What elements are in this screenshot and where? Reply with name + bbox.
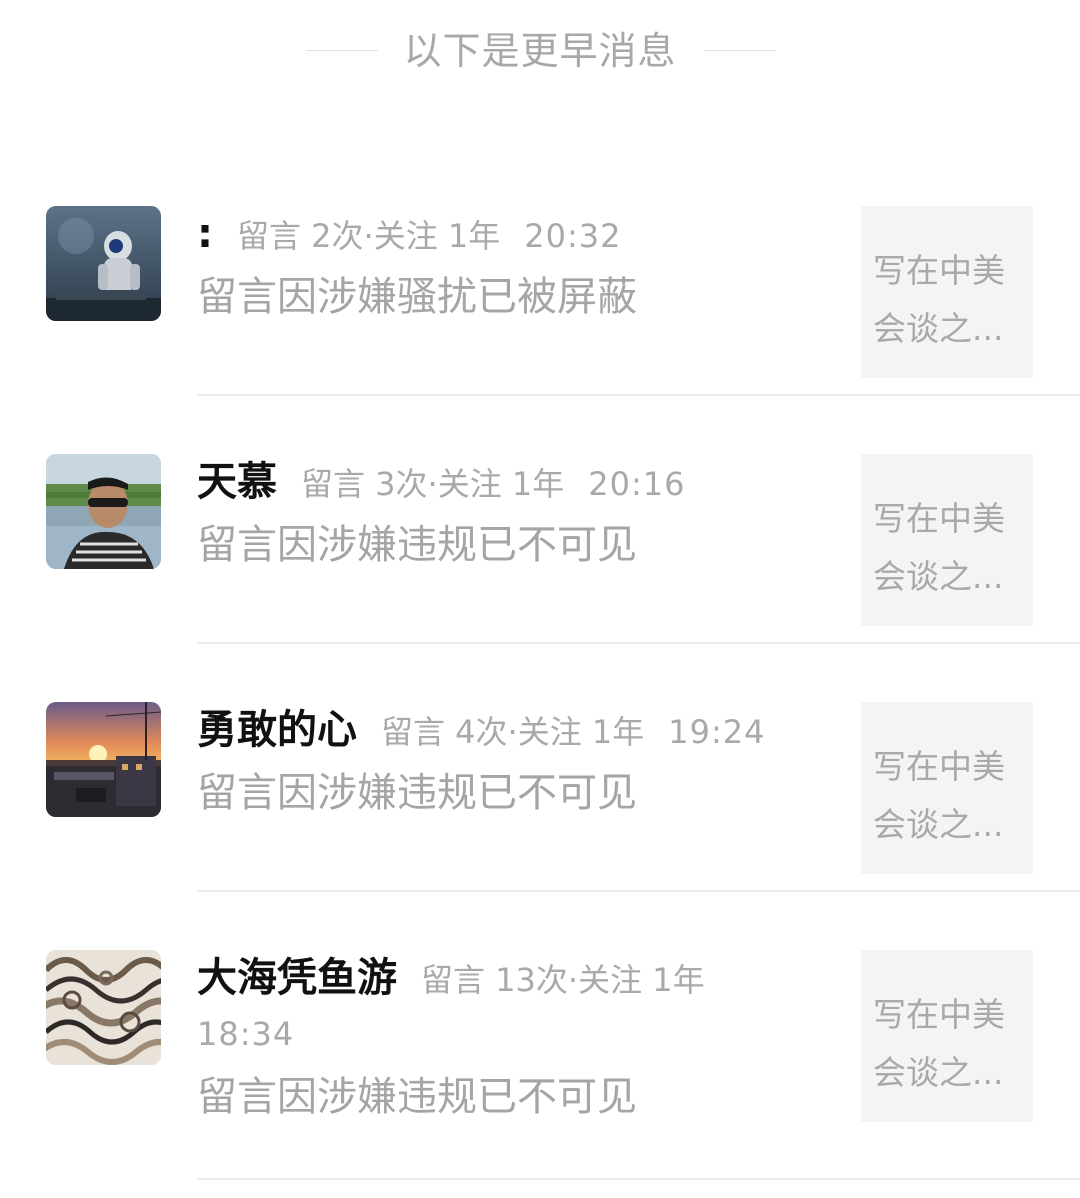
message-body: 留言因涉嫌违规已不可见 [197,1074,637,1120]
earlier-messages-label: 以下是更早消息 [403,29,677,73]
message-item[interactable]: 勇敢的心 留言 4次 · 关注 1年 19:24 留言因涉嫌违规已不可见 写在中… [0,702,1080,950]
meta-separator: · [507,713,518,751]
avatar[interactable] [46,950,161,1065]
follow-duration: 关注 1年 [437,465,565,503]
astronaut-avatar-image [46,206,161,321]
comment-count: 留言 13次 [421,961,568,999]
article-thumbnail[interactable]: 写在中美 会谈之... [861,702,1033,874]
message-content: 大海凭鱼游 留言 13次 · 关注 1年 18:34 留言因涉嫌违规已不可见 [197,950,837,1130]
message-meta: : 留言 2次 · 关注 1年 20:32 [197,206,837,262]
row-divider [197,642,1080,644]
earlier-messages-divider: 以下是更早消息 [0,0,1080,100]
article-title-line2: 会谈之... [873,309,1004,348]
message-item[interactable]: 大海凭鱼游 留言 13次 · 关注 1年 18:34 留言因涉嫌违规已不可见 写… [0,950,1080,1198]
message-time: 18:34 [197,1015,295,1053]
message-time: 20:16 [588,465,686,503]
follow-duration: 关注 1年 [578,961,705,999]
divider-line-left [306,50,378,51]
message-content: 天慕 留言 3次 · 关注 1年 20:16 留言因涉嫌违规已不可见 [197,454,837,578]
message-time: 20:32 [524,217,622,255]
comment-count: 留言 2次 [237,217,364,255]
man-sunglasses-avatar-image [46,454,161,569]
article-thumbnail[interactable]: 写在中美 会谈之... [861,950,1033,1122]
comment-count: 留言 4次 [381,713,508,751]
user-name[interactable]: : [197,206,213,262]
user-name[interactable]: 勇敢的心 [197,702,357,758]
message-meta: 天慕 留言 3次 · 关注 1年 20:16 [197,454,837,510]
divider-line-right [704,50,776,51]
follow-duration: 关注 1年 [373,217,501,255]
message-meta: 大海凭鱼游 留言 13次 · 关注 1年 [197,950,837,1006]
article-title-line1: 写在中美 [873,499,1005,538]
message-content: 勇敢的心 留言 4次 · 关注 1年 19:24 留言因涉嫌违规已不可见 [197,702,837,826]
article-thumbnail[interactable]: 写在中美 会谈之... [861,454,1033,626]
message-body: 留言因涉嫌违规已不可见 [197,770,637,816]
article-title-line1: 写在中美 [873,251,1005,290]
article-title-line2: 会谈之... [873,557,1004,596]
meta-separator: · [427,465,438,503]
article-title-line1: 写在中美 [873,995,1005,1034]
row-divider [197,394,1080,396]
message-body: 留言因涉嫌违规已不可见 [197,522,637,568]
sunset-avatar-image [46,702,161,817]
article-title-line1: 写在中美 [873,747,1005,786]
pattern-avatar-image [46,950,161,1065]
avatar[interactable] [46,206,161,321]
message-item[interactable]: 天慕 留言 3次 · 关注 1年 20:16 留言因涉嫌违规已不可见 写在中美 … [0,454,1080,702]
article-thumbnail[interactable]: 写在中美 会谈之... [861,206,1033,378]
row-divider [197,1178,1080,1180]
user-name[interactable]: 大海凭鱼游 [197,950,397,1006]
avatar[interactable] [46,702,161,817]
user-name[interactable]: 天慕 [197,454,277,510]
message-body: 留言因涉嫌骚扰已被屏蔽 [197,274,637,320]
row-divider [197,890,1080,892]
follow-duration: 关注 1年 [517,713,645,751]
message-meta: 勇敢的心 留言 4次 · 关注 1年 19:24 [197,702,837,758]
article-title-line2: 会谈之... [873,1053,1004,1092]
message-time: 19:24 [668,713,766,751]
avatar[interactable] [46,454,161,569]
article-title-line2: 会谈之... [873,805,1004,844]
meta-separator: · [567,961,579,999]
meta-separator: · [363,217,374,255]
comment-count: 留言 3次 [301,465,428,503]
message-content: : 留言 2次 · 关注 1年 20:32 留言因涉嫌骚扰已被屏蔽 [197,206,837,330]
message-item[interactable]: : 留言 2次 · 关注 1年 20:32 留言因涉嫌骚扰已被屏蔽 写在中美 会… [0,206,1080,454]
